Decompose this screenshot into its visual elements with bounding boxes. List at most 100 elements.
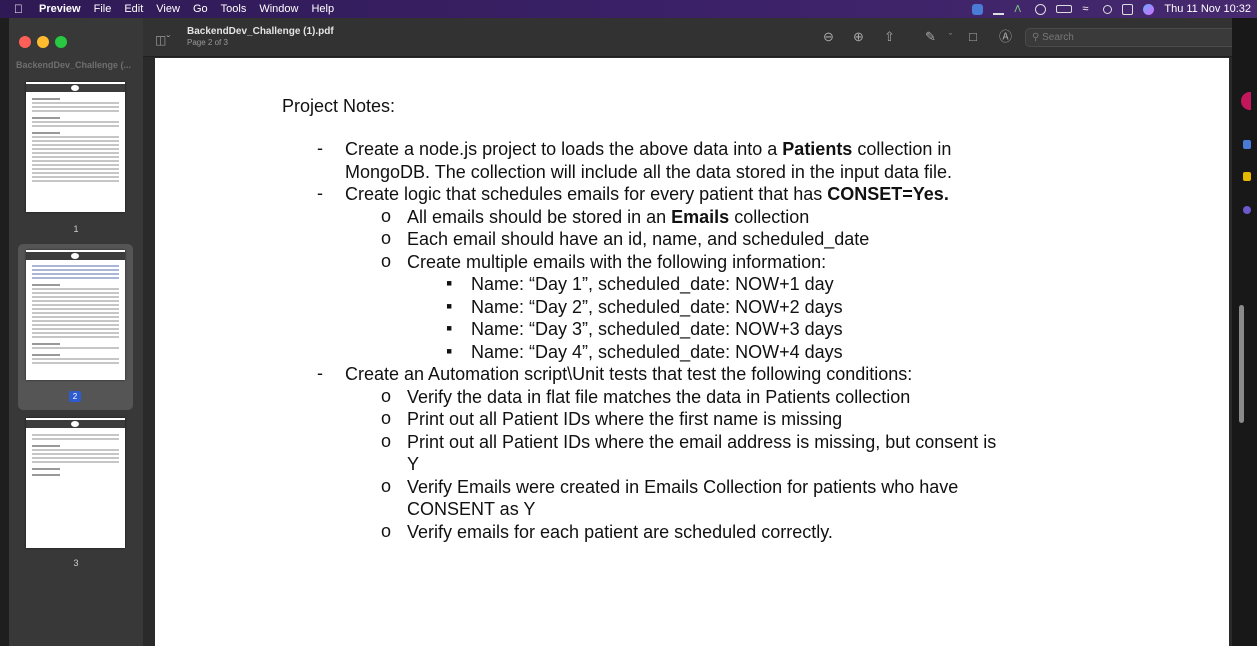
sub-bullet-line: Create multiple emails with the followin… — [407, 251, 826, 273]
spotlight-search-icon[interactable] — [1103, 4, 1113, 14]
page-thumbnail-3[interactable] — [26, 418, 125, 548]
desktop-app-icon — [1243, 140, 1251, 149]
menu-window[interactable]: Window — [259, 3, 298, 15]
menu-file[interactable]: File — [94, 3, 112, 15]
control-center-icon[interactable] — [1122, 3, 1134, 15]
page-heading: Project Notes: — [282, 96, 396, 116]
close-window-button[interactable] — [19, 36, 31, 48]
dash-bullet-marker: - — [317, 138, 323, 158]
nested-bullet-line: Name: “Day 1”, scheduled_date: NOW+1 day — [471, 274, 834, 294]
dash-bullet-marker: - — [317, 183, 323, 203]
bullet-line: Create logic that schedules emails for e… — [345, 183, 949, 205]
circle-bullet-marker: o — [381, 408, 392, 428]
status-cup-icon[interactable] — [993, 4, 1005, 15]
sub-bullet-line: Verify Emails were created in Emails Col… — [407, 476, 958, 498]
dash-bullet-marker: - — [317, 363, 323, 383]
circle-bullet-marker: o — [381, 430, 392, 451]
markup-pen-icon[interactable]: ✎ — [925, 30, 936, 44]
battery-icon[interactable] — [1056, 5, 1073, 13]
sub-bullet-line: Print out all Patient IDs where the emai… — [407, 431, 996, 453]
apple-menu-icon[interactable]:  — [14, 2, 23, 16]
square-bullet-marker: ▪ — [446, 273, 453, 293]
menu-help[interactable]: Help — [311, 3, 334, 15]
zoom-in-icon[interactable]: ⊕ — [853, 30, 864, 44]
sub-bullet-line: Print out all Patient IDs where the firs… — [407, 408, 842, 430]
text-run: Verify emails for each patient are sched… — [407, 521, 833, 542]
text-run: Create an Automation script\Unit tests t… — [345, 364, 913, 384]
scrollbar-thumb[interactable] — [1239, 305, 1244, 423]
nested-bullet-line: Name: “Day 2”, scheduled_date: NOW+2 day… — [471, 296, 843, 317]
sub-bullet-continuation: Y — [407, 454, 420, 474]
page-number-1: 1 — [73, 224, 79, 234]
sub-bullet-line: All emails should be stored in an Emails… — [407, 206, 809, 228]
thumbnail-sidebar: BackendDev_Challenge (... 1 2 3 — [9, 18, 143, 646]
circle-bullet-marker: o — [381, 475, 392, 496]
sub-bullet-continuation: CONSENT as Y — [407, 499, 536, 519]
document-title[interactable]: BackendDev_Challenge (1).pdf — [187, 26, 334, 37]
circle-bullet-marker: o — [381, 385, 392, 406]
status-play-icon[interactable] — [1035, 3, 1047, 15]
page-indicator: Page 2 of 3 — [187, 38, 228, 47]
clock[interactable]: Thu 11 Nov 10:32 — [1164, 3, 1251, 15]
share-icon[interactable]: ⇧ — [884, 30, 895, 44]
sidebar-document-title: BackendDev_Challenge (... — [16, 60, 132, 70]
search-placeholder: Search — [1042, 32, 1074, 43]
menu-view[interactable]: View — [156, 3, 180, 15]
circle-bullet-marker: o — [381, 205, 392, 226]
text-run: Verify Emails were created in Emails Col… — [407, 476, 959, 497]
menu-edit[interactable]: Edit — [124, 3, 143, 15]
zoom-window-button[interactable] — [55, 36, 67, 48]
bold-term: Patients — [782, 139, 853, 159]
status-graph-icon[interactable]: Λ — [1014, 4, 1025, 15]
nested-bullet-line: Name: “Day 4”, scheduled_date: NOW+4 day… — [471, 341, 843, 362]
text-run: Verify the data in flat file matches the… — [407, 386, 911, 407]
circle-bullet-marker: o — [381, 250, 392, 271]
nested-bullet-line: Name: “Day 3”, scheduled_date: NOW+3 day… — [471, 319, 843, 339]
bullet-line: Create a node.js project to loads the ab… — [345, 138, 951, 160]
toolbar: ◫ˇ BackendDev_Challenge (1).pdf Page 2 o… — [143, 18, 1241, 57]
siri-icon[interactable] — [1143, 3, 1155, 15]
markup-dropdown-chevron-icon[interactable]: ˇ — [949, 30, 952, 44]
desktop-edge — [1232, 18, 1257, 646]
menu-bar:  Preview File Edit View Go Tools Window… — [0, 0, 1257, 18]
bold-term: Emails — [671, 206, 730, 227]
square-bullet-marker: ▪ — [446, 340, 453, 361]
menu-tools[interactable]: Tools — [221, 3, 247, 15]
pdf-page: Project Notes: - Create a node.js project… — [155, 58, 1229, 646]
text-run: Create logic that schedules emails for e… — [345, 184, 828, 204]
app-menu[interactable]: Preview — [39, 3, 81, 15]
zoom-out-icon[interactable]: ⊖ — [823, 30, 834, 44]
status-app-icon[interactable] — [972, 3, 984, 15]
menu-go[interactable]: Go — [193, 3, 208, 15]
text-run: Create a node.js project to loads the ab… — [345, 139, 783, 159]
page-thumbnail-2[interactable] — [26, 250, 125, 380]
desktop-app-icon — [1243, 206, 1251, 214]
search-field[interactable]: ⚲ Search — [1025, 28, 1241, 47]
text-run: collection — [729, 206, 810, 227]
rotate-icon[interactable]: □ — [969, 30, 977, 44]
page-number-2-selected: 2 — [69, 391, 81, 402]
status-menus: Λ ≈ Thu 11 Nov 10:32 — [972, 0, 1251, 18]
text-run: Create multiple emails with the followin… — [407, 251, 827, 272]
text-run: Print out all Patient IDs where the firs… — [407, 409, 843, 429]
document-viewer: Project Notes: - Create a node.js project… — [143, 58, 1241, 646]
square-bullet-marker: ▪ — [446, 318, 453, 338]
preview-window: BackendDev_Challenge (... 1 2 3 ◫ˇ Backe… — [9, 18, 1241, 646]
sub-bullet-line: Verify the data in flat file matches the… — [407, 386, 910, 408]
page-thumbnail-1[interactable] — [26, 82, 125, 212]
annotate-icon[interactable]: Ⓐ — [999, 30, 1012, 44]
text-run: All emails should be stored in an — [407, 206, 672, 227]
minimize-window-button[interactable] — [37, 36, 49, 48]
wifi-icon[interactable]: ≈ — [1082, 3, 1093, 15]
bold-term: CONSET=Yes. — [827, 184, 949, 204]
text-run: MongoDB. The collection will include all… — [345, 161, 953, 182]
circle-bullet-marker: o — [381, 520, 392, 541]
sub-bullet-line: Verify emails for each patient are sched… — [407, 521, 833, 543]
desktop-app-icon — [1243, 172, 1251, 181]
sidebar-toggle-icon[interactable]: ◫ˇ — [155, 33, 183, 49]
circle-bullet-marker: o — [381, 228, 392, 248]
text-run: Print out all Patient IDs where the emai… — [407, 431, 997, 452]
square-bullet-marker: ▪ — [446, 295, 453, 316]
text-run: Each email should have an id, name, and … — [407, 229, 870, 249]
bullet-line: Create an Automation script\Unit tests t… — [345, 363, 912, 385]
